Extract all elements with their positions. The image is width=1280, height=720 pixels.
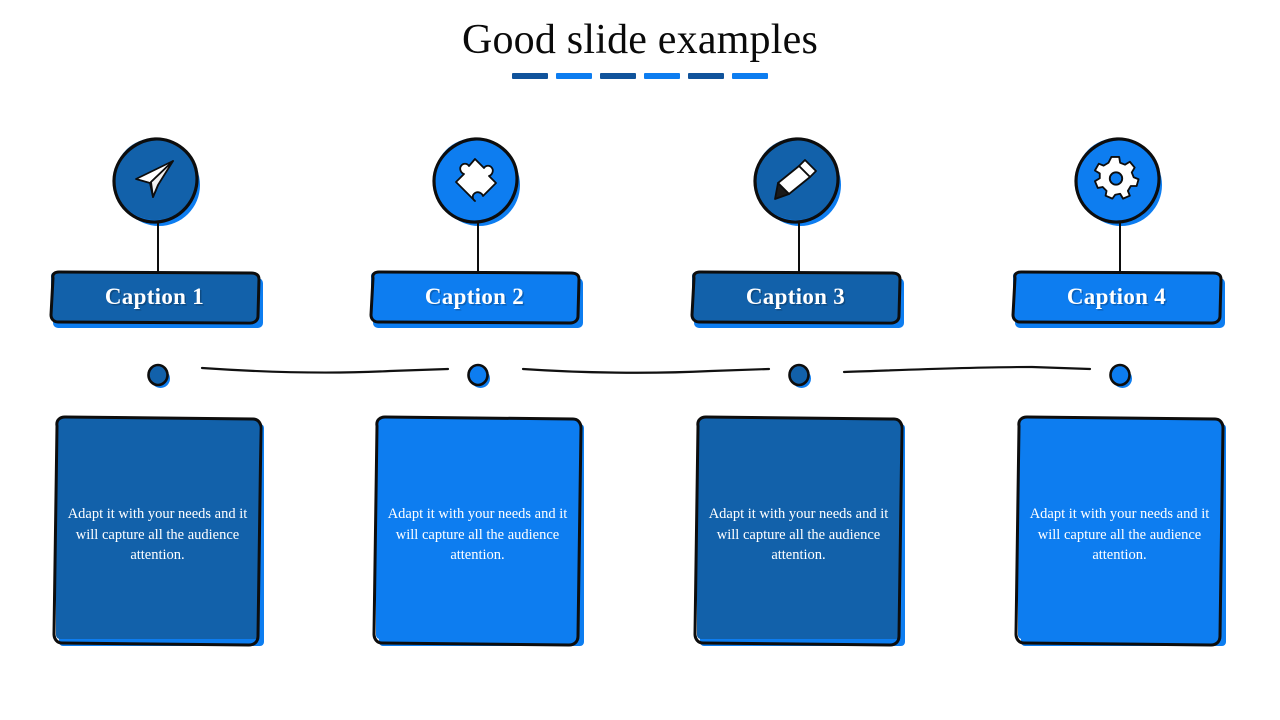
process-diagram: Caption 1 Adapt it with your needs and i… (0, 0, 1280, 720)
step-3-body-card[interactable]: Adapt it with your needs and it will cap… (686, 414, 912, 654)
step-1-caption-box[interactable]: Caption 1 (45, 270, 271, 332)
step-3-caption-label: Caption 3 (745, 283, 846, 309)
step-3-icon-badge[interactable] (751, 136, 847, 232)
step-3-timeline-dot[interactable] (782, 363, 816, 393)
process-step-1: Caption 1 Adapt it with your needs and i… (34, 0, 282, 720)
caption-box-fill: Caption 1 (51, 272, 258, 321)
step-4-timeline-dot[interactable] (1103, 363, 1137, 393)
step-1-timeline-dot[interactable] (141, 363, 175, 393)
step-4-caption-box[interactable]: Caption 4 (1007, 270, 1233, 332)
step-3-stem (798, 222, 800, 274)
step-2-caption-label: Caption 2 (424, 283, 525, 309)
pencil-icon (774, 159, 817, 200)
step-1-icon-badge[interactable] (110, 136, 206, 232)
process-step-2: Caption 2 Adapt it with your needs and i… (354, 0, 602, 720)
timeline-dot-fill (1111, 366, 1129, 384)
step-1-body-card[interactable]: Adapt it with your needs and it will cap… (45, 414, 271, 654)
timeline-dot-fill (790, 366, 808, 384)
step-4-stem (1119, 222, 1121, 274)
timeline-dot-fill (469, 366, 487, 384)
process-step-4: Caption 4 Adapt it with your needs and i… (996, 0, 1244, 720)
timeline-dot-fill (149, 366, 167, 384)
step-4-icon-badge[interactable] (1072, 136, 1168, 232)
caption-box-fill: Caption 4 (1013, 272, 1220, 321)
gear-icon (1093, 155, 1140, 200)
step-2-body-text: Adapt it with your needs and it will cap… (387, 506, 568, 564)
step-3-body-text: Adapt it with your needs and it will cap… (708, 506, 889, 564)
step-2-stem (477, 222, 479, 274)
icon-badge-fill (755, 138, 837, 220)
step-1-stem (157, 222, 159, 274)
step-2-caption-box[interactable]: Caption 2 (365, 270, 591, 332)
caption-box-fill: Caption 2 (371, 272, 578, 321)
step-1-caption-label: Caption 1 (104, 283, 205, 309)
puzzle-piece-icon (455, 158, 497, 202)
step-2-timeline-dot[interactable] (461, 363, 495, 393)
icon-badge-fill (1076, 138, 1158, 220)
step-2-body-card[interactable]: Adapt it with your needs and it will cap… (365, 414, 591, 654)
paper-plane-icon (135, 160, 174, 198)
step-1-body-text: Adapt it with your needs and it will cap… (67, 506, 248, 564)
caption-box-fill: Caption 3 (692, 272, 899, 321)
step-3-caption-box[interactable]: Caption 3 (686, 270, 912, 332)
step-2-icon-badge[interactable] (430, 136, 526, 232)
step-4-caption-label: Caption 4 (1066, 283, 1167, 309)
step-4-body-text: Adapt it with your needs and it will cap… (1029, 506, 1210, 564)
icon-badge-fill (434, 138, 516, 220)
process-step-3: Caption 3 Adapt it with your needs and i… (675, 0, 923, 720)
step-4-body-card[interactable]: Adapt it with your needs and it will cap… (1007, 414, 1233, 654)
icon-badge-fill (114, 138, 196, 220)
